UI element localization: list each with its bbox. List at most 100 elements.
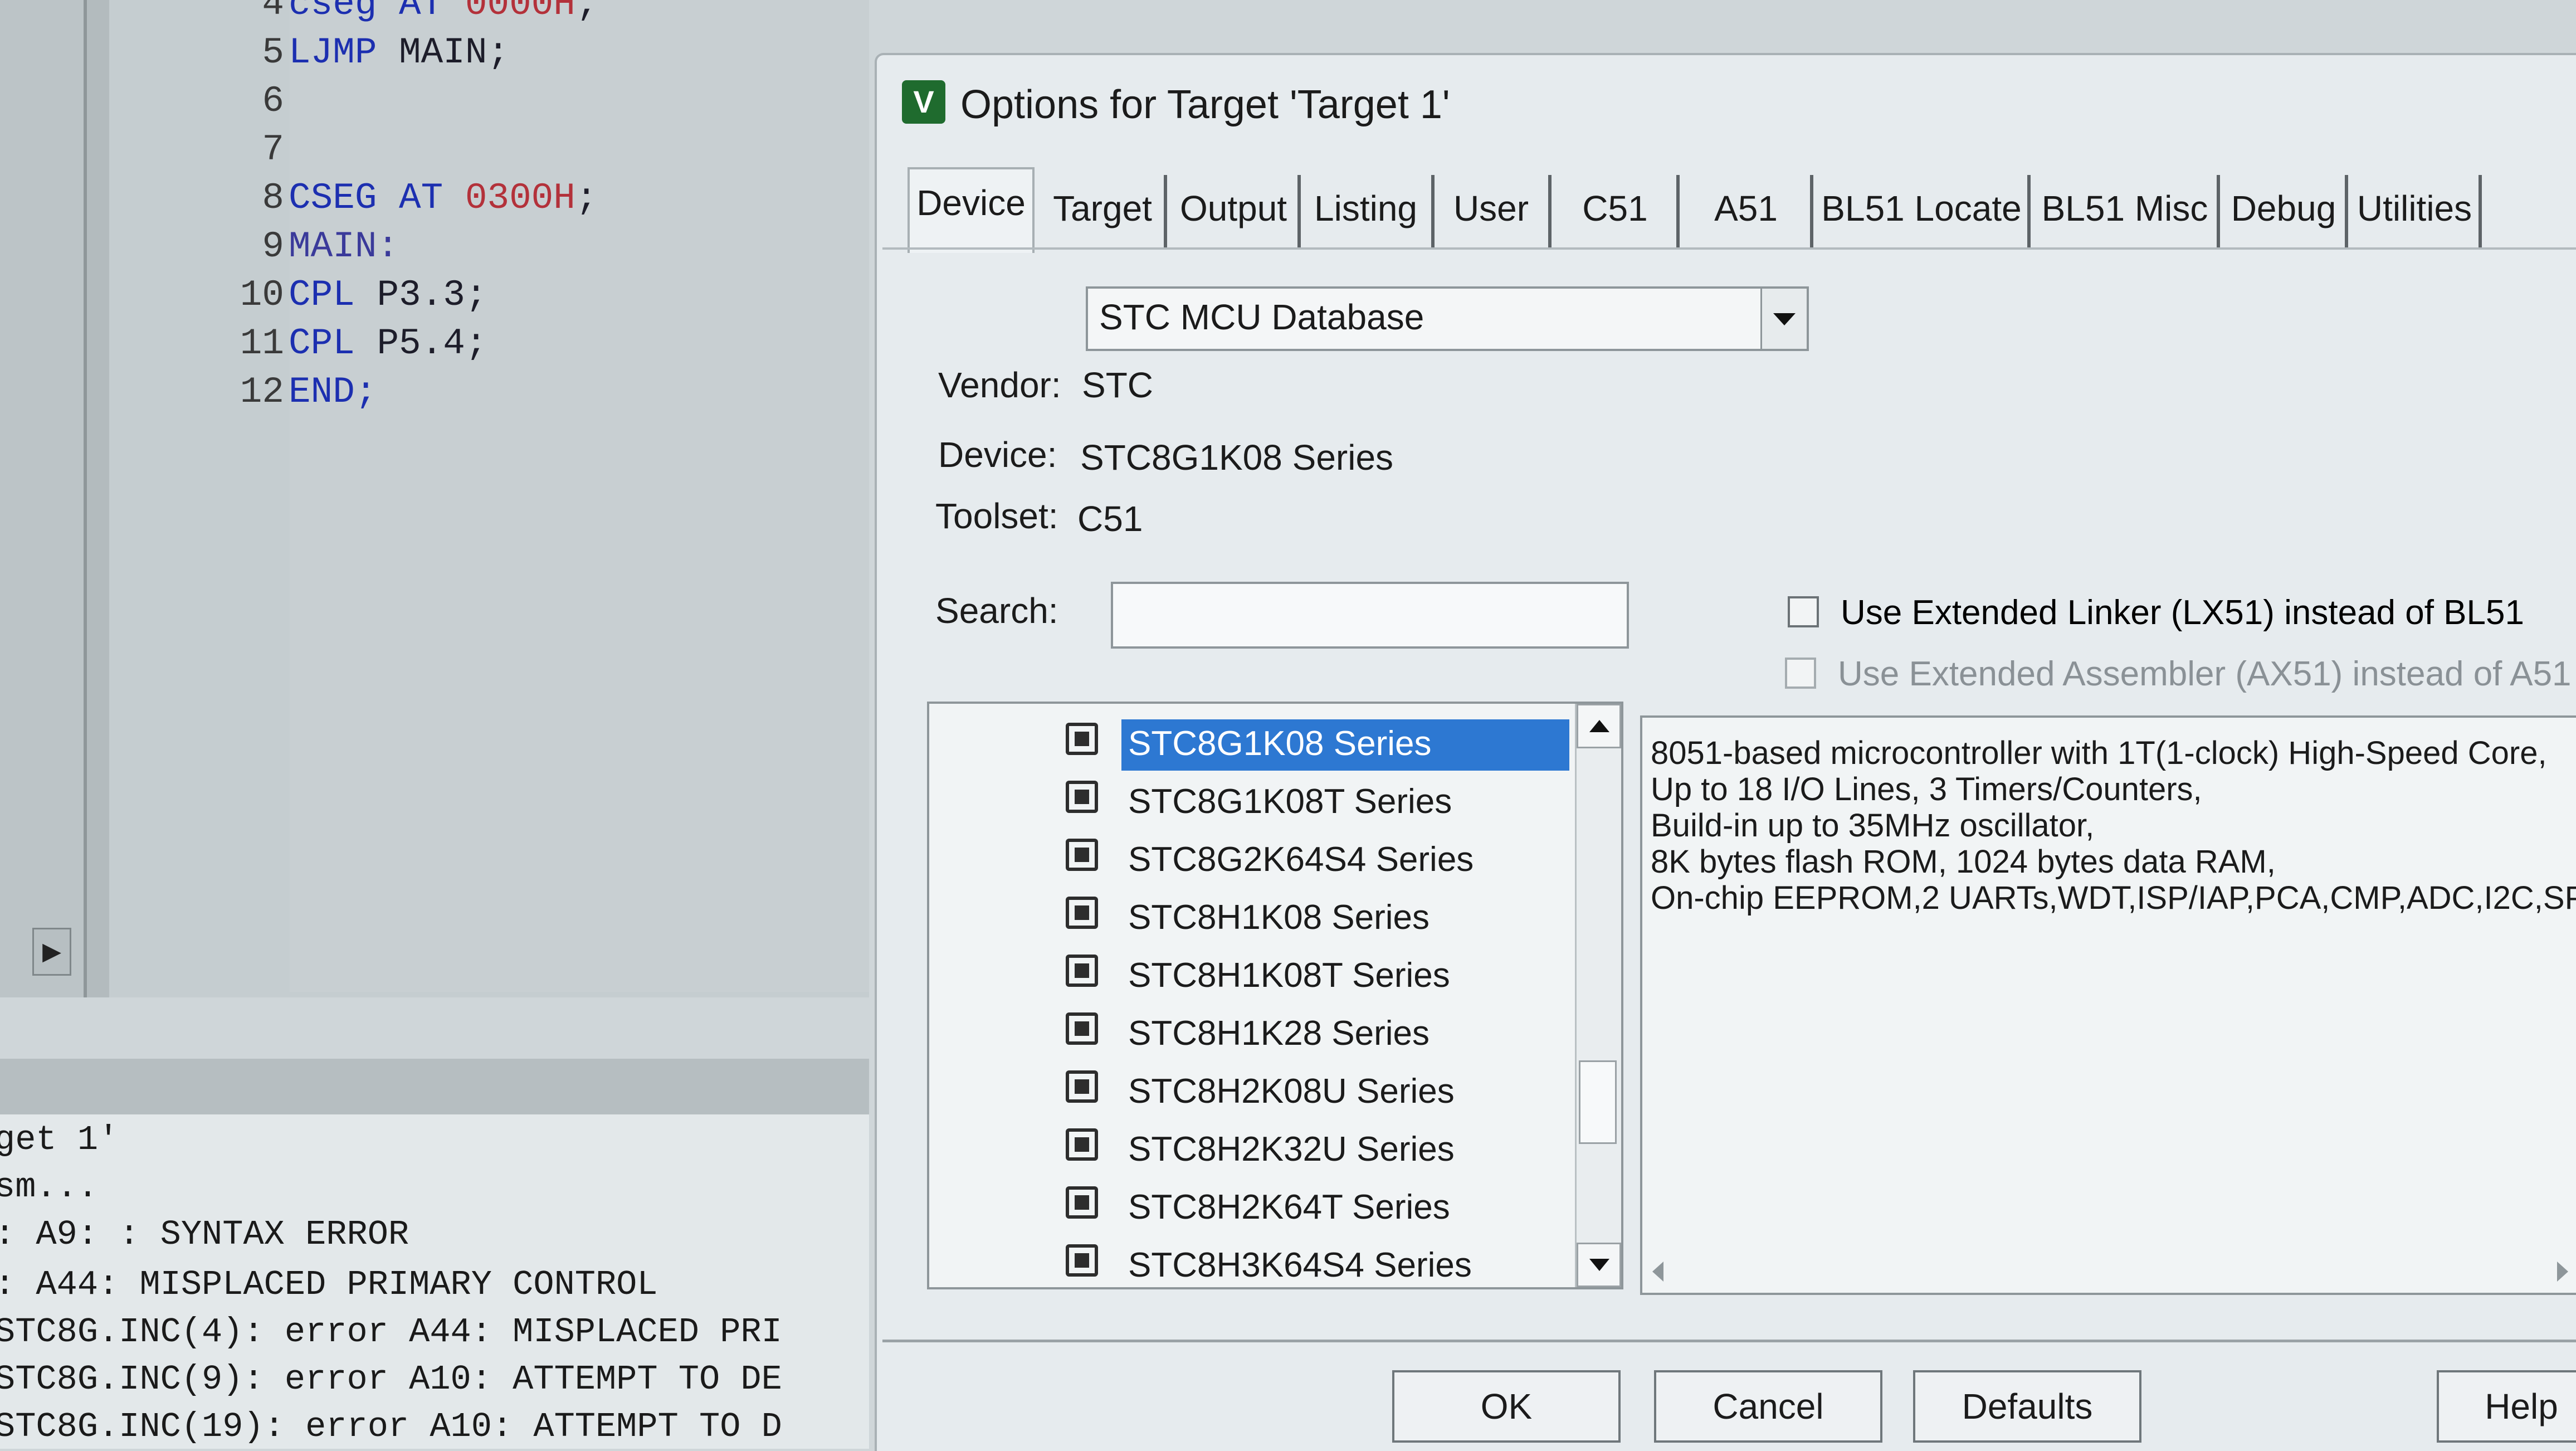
search-input[interactable] bbox=[1111, 582, 1629, 649]
code-token: ; bbox=[575, 0, 598, 25]
tab-debug[interactable]: Debug bbox=[2222, 175, 2348, 247]
code-token: CPL bbox=[289, 323, 377, 364]
toolset-value: C51 bbox=[1077, 499, 1143, 539]
code-token: 0300H bbox=[465, 177, 575, 219]
device-tree-item[interactable]: STC8H1K28 Series bbox=[1066, 1005, 1567, 1059]
line-number: 5 bbox=[262, 32, 284, 74]
tab-target[interactable]: Target bbox=[1041, 175, 1167, 247]
code-token: END; bbox=[289, 371, 377, 413]
tab-listing[interactable]: Listing bbox=[1300, 175, 1435, 247]
code-line: 9 MAIN: bbox=[189, 222, 598, 271]
description-line: On-chip EEPROM,2 UARTs,WDT,ISP/IAP,PCA,C… bbox=[1651, 880, 2576, 916]
device-name: STC8H1K28 Series bbox=[1128, 1014, 1430, 1053]
code-token: MAIN; bbox=[399, 32, 510, 74]
help-button[interactable]: Help bbox=[2437, 1370, 2576, 1443]
output-line: STC8G.INC(9): error A10: ATTEMPT TO DE bbox=[0, 1360, 782, 1399]
description-line: Build-in up to 35MHz oscillator, bbox=[1651, 807, 2095, 844]
options-for-target-dialog: V Options for Target 'Target 1' Device T… bbox=[875, 53, 2576, 1451]
scroll-up-icon[interactable] bbox=[1577, 704, 1621, 748]
chip-icon bbox=[1066, 1244, 1098, 1277]
line-number: 11 bbox=[240, 323, 284, 364]
code-line: 6 bbox=[189, 77, 598, 125]
tab-panel-border bbox=[882, 247, 2576, 250]
code-token: P5.4; bbox=[377, 323, 487, 364]
device-tree-item[interactable]: STC8H2K64T Series bbox=[1066, 1179, 1567, 1233]
device-name: STC8H2K08U Series bbox=[1128, 1072, 1455, 1111]
device-tree-item[interactable]: STC8G2K64S4 Series bbox=[1066, 831, 1567, 885]
database-select[interactable]: STC MCU Database bbox=[1086, 286, 1809, 351]
code-token: 0000H bbox=[465, 0, 575, 25]
device-name: STC8G2K64S4 Series bbox=[1128, 840, 1474, 879]
scroll-right-arrow[interactable]: ▶ bbox=[32, 928, 71, 976]
code-token: cseg AT bbox=[289, 0, 465, 25]
vendor-value: STC bbox=[1082, 365, 1153, 405]
device-tree-item[interactable]: STC8H3K64S4 Series bbox=[1066, 1236, 1567, 1291]
defaults-button[interactable]: Defaults bbox=[1913, 1370, 2141, 1443]
device-tree-item[interactable]: STC8G1K08 Series bbox=[1066, 715, 1569, 771]
editor-gutter-border bbox=[84, 0, 109, 997]
description-line: Up to 18 I/O Lines, 3 Timers/Counters, bbox=[1651, 771, 2202, 807]
device-tree[interactable]: STC8G1K08 Series STC8G1K08T Series STC8G2K… bbox=[927, 702, 1623, 1289]
code-line: 10 CPL P3.3; bbox=[189, 271, 598, 319]
scroll-down-icon[interactable] bbox=[1577, 1243, 1621, 1287]
use-ax51-label: Use Extended Assembler (AX51) instead of… bbox=[1838, 655, 2572, 693]
chip-icon bbox=[1066, 1012, 1098, 1045]
scroll-left-icon[interactable] bbox=[1652, 1262, 1663, 1282]
chevron-down-icon[interactable] bbox=[1760, 289, 1807, 349]
device-name: STC8G1K08T Series bbox=[1128, 782, 1452, 821]
tab-c51[interactable]: C51 bbox=[1554, 175, 1680, 247]
code-line: 7 bbox=[189, 125, 598, 174]
output-line: : A9: : SYNTAX ERROR bbox=[0, 1215, 409, 1254]
toolset-label: Toolset: bbox=[935, 496, 1058, 536]
device-value: STC8G1K08 Series bbox=[1080, 437, 1394, 478]
chip-icon bbox=[1066, 1128, 1098, 1161]
chip-icon bbox=[1066, 955, 1098, 987]
tab-device[interactable]: Device bbox=[908, 167, 1035, 253]
device-tree-item[interactable]: STC8H2K32U Series bbox=[1066, 1121, 1567, 1175]
scroll-right-icon[interactable] bbox=[2557, 1262, 2568, 1282]
editor-left-margin bbox=[0, 0, 84, 997]
line-number: 10 bbox=[240, 274, 284, 316]
output-line: get 1' bbox=[0, 1120, 119, 1160]
code-line: 5 LJMP MAIN; bbox=[189, 28, 598, 77]
line-number: 4 bbox=[262, 0, 284, 25]
line-number: 12 bbox=[240, 371, 284, 413]
tab-bl51-misc[interactable]: BL51 Misc bbox=[2033, 175, 2220, 247]
scroll-thumb[interactable] bbox=[1579, 1060, 1617, 1144]
ok-button[interactable]: OK bbox=[1392, 1370, 1621, 1443]
dialog-title: Options for Target 'Target 1' bbox=[960, 82, 1450, 127]
device-tree-item[interactable]: STC8H2K08U Series bbox=[1066, 1063, 1567, 1117]
device-name: STC8H3K64S4 Series bbox=[1128, 1246, 1472, 1284]
use-ax51-checkbox bbox=[1785, 658, 1816, 689]
tab-a51[interactable]: A51 bbox=[1682, 175, 1813, 247]
cancel-button[interactable]: Cancel bbox=[1654, 1370, 1882, 1443]
device-tree-item[interactable]: STC8H1K08 Series bbox=[1066, 889, 1567, 943]
device-tree-item[interactable]: STC8H1K08T Series bbox=[1066, 947, 1567, 1001]
chip-icon bbox=[1066, 781, 1098, 813]
code-line: 11 CPL P5.4; bbox=[189, 319, 598, 368]
code-token: CSEG AT bbox=[289, 177, 465, 219]
code-editor[interactable]: 4 cseg AT 0000H; 5 LJMP MAIN; 6 7 8 CSEG AT 030… bbox=[0, 0, 869, 997]
device-tree-scrollbar[interactable] bbox=[1575, 704, 1621, 1287]
chip-icon bbox=[1066, 1186, 1098, 1219]
code-line: 8 CSEG AT 0300H; bbox=[189, 174, 598, 222]
device-description: 8051-based microcontroller with 1T(1-clo… bbox=[1640, 715, 2576, 1295]
line-number: 6 bbox=[262, 80, 284, 122]
description-line: 8051-based microcontroller with 1T(1-clo… bbox=[1651, 735, 2547, 771]
line-number: 7 bbox=[262, 129, 284, 171]
line-number: 9 bbox=[262, 226, 284, 267]
chip-icon bbox=[1066, 1070, 1098, 1103]
chip-icon bbox=[1066, 897, 1098, 929]
editor-file-tab[interactable]: Te... bbox=[0, 989, 70, 997]
code-line: 4 cseg AT 0000H; bbox=[189, 0, 598, 28]
tab-output[interactable]: Output bbox=[1169, 175, 1301, 247]
tab-utilities[interactable]: Utilities bbox=[2350, 175, 2482, 247]
tab-user[interactable]: User bbox=[1434, 175, 1552, 247]
use-lx51-checkbox[interactable] bbox=[1788, 596, 1819, 627]
code-token: ; bbox=[575, 177, 598, 219]
device-tree-item[interactable]: STC8G1K08T Series bbox=[1066, 773, 1567, 827]
vendor-label: Vendor: bbox=[938, 365, 1061, 405]
tab-bl51-locate[interactable]: BL51 Locate bbox=[1816, 175, 2031, 247]
code-token: P3.3; bbox=[377, 274, 487, 316]
use-lx51-label: Use Extended Linker (LX51) instead of BL… bbox=[1841, 593, 2524, 632]
